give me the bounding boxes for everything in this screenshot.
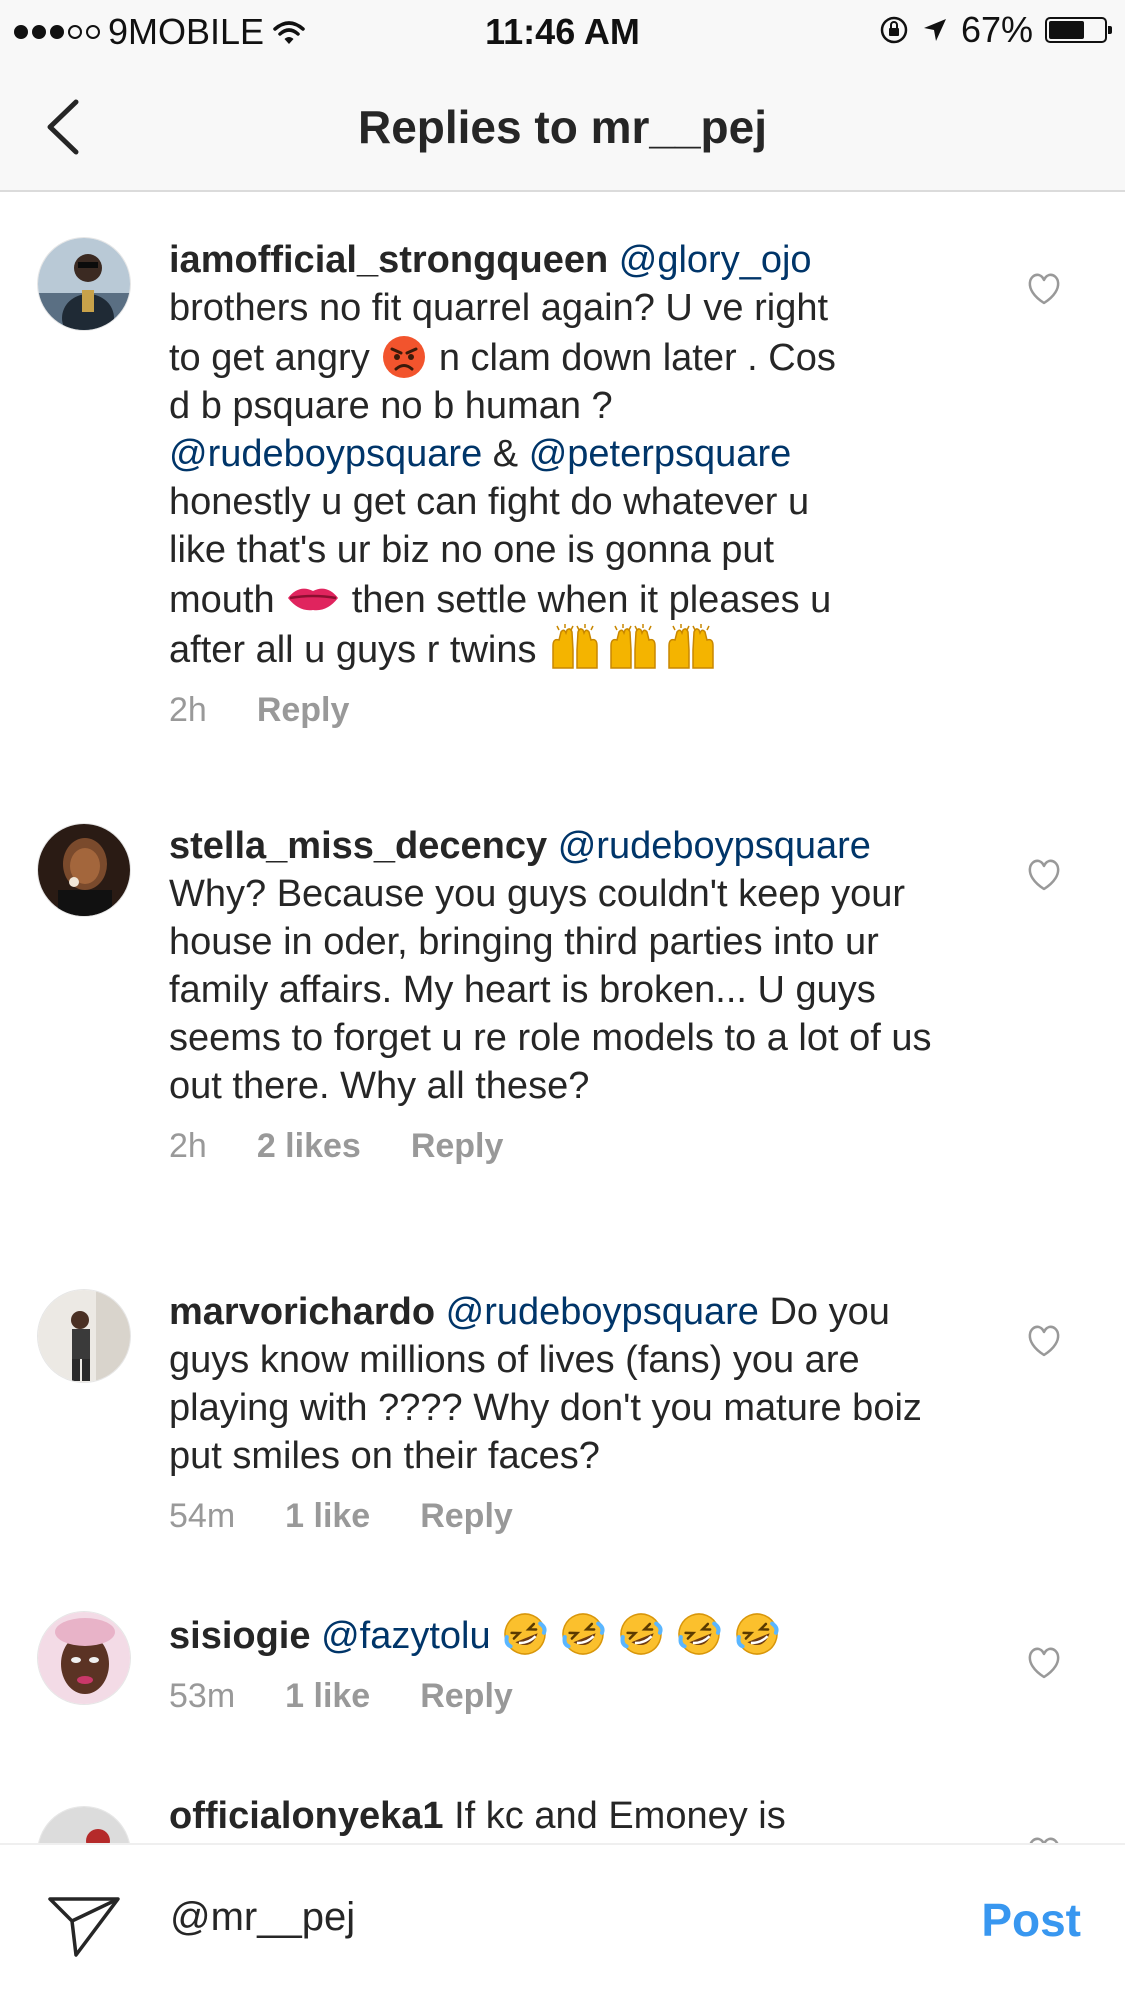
comment-text: stella_miss_decency @rudeboypsquare Why?… xyxy=(169,822,969,1110)
comment-line: d b psquare no b human ? xyxy=(169,385,613,427)
avatar-image xyxy=(38,824,130,916)
comment-text: officialonyeka1 If kc and Emoney is xyxy=(169,1792,969,1840)
comment-text: marvorichardo @rudeboypsquare Do you guy… xyxy=(169,1288,969,1480)
likes-count[interactable]: 2 likes xyxy=(257,1122,361,1170)
comment-line: then settle when it pleases u xyxy=(351,579,832,621)
comment-body: stella_miss_decency @rudeboypsquare Why?… xyxy=(169,822,969,1170)
comment-meta: 2h Reply xyxy=(169,686,969,734)
comment-mention[interactable]: @fazytolu xyxy=(321,1615,491,1657)
send-icon[interactable] xyxy=(46,1893,122,1959)
comment-line: & xyxy=(492,433,519,475)
laughing-emoji-group xyxy=(501,1613,791,1657)
heart-icon[interactable] xyxy=(1026,1646,1062,1680)
comment-mention[interactable]: @rudeboypsquare xyxy=(558,825,871,867)
raised-hands-emoji-icon xyxy=(663,624,721,672)
avatar[interactable] xyxy=(37,237,131,331)
page-title: Replies to mr__pej xyxy=(357,101,768,153)
comment-mention[interactable]: @peterpsquare xyxy=(529,433,792,475)
comment-username[interactable]: stella_miss_decency xyxy=(169,825,547,867)
comment-meta: 53m 1 like Reply xyxy=(169,1672,969,1720)
comment-username[interactable]: iamofficial_strongqueen xyxy=(169,239,608,281)
lips-emoji-icon xyxy=(285,574,341,622)
comment-username[interactable]: officialonyeka1 xyxy=(169,1795,444,1837)
comment-time: 2h xyxy=(169,1127,207,1165)
battery-icon xyxy=(1045,17,1112,43)
raised-hands-emoji-icon xyxy=(547,624,605,672)
rolling-laughing-emoji-icon xyxy=(733,1610,781,1658)
heart-icon[interactable] xyxy=(1026,1324,1062,1358)
comment-text: iamofficial_strongqueen @glory_ojo broth… xyxy=(169,236,969,674)
battery-cap xyxy=(1108,26,1112,34)
heart-icon[interactable] xyxy=(1026,272,1062,306)
status-bar: 9MOBILE 11:46 AM 67% xyxy=(0,0,1125,62)
reply-button[interactable]: Reply xyxy=(411,1122,504,1170)
comment-line: brothers no fit quarrel again? U ve righ… xyxy=(169,287,829,329)
rolling-laughing-emoji-icon xyxy=(501,1610,549,1658)
comment-line: like that's ur biz no one is gonna put xyxy=(169,529,775,571)
battery-level xyxy=(1049,21,1084,39)
likes-count[interactable]: 1 like xyxy=(285,1492,370,1540)
comment-username[interactable]: marvorichardo xyxy=(169,1291,435,1333)
avatar[interactable] xyxy=(37,1611,131,1705)
comment-body: officialonyeka1 If kc and Emoney is xyxy=(169,1792,969,1840)
battery-percent: 67% xyxy=(960,9,1033,50)
rolling-laughing-emoji-icon xyxy=(675,1610,723,1658)
heart-icon[interactable] xyxy=(1026,858,1062,892)
reply-button[interactable]: Reply xyxy=(420,1672,513,1720)
reply-composer: Post xyxy=(0,1843,1125,2001)
orientation-lock-icon xyxy=(880,16,908,44)
comment-line: honestly u get can fight do whatever u xyxy=(169,481,810,523)
raised-hands-emoji-group xyxy=(547,624,721,671)
comment-line: mouth xyxy=(169,579,275,621)
reply-input[interactable] xyxy=(170,1895,870,1940)
comment-time: 2h xyxy=(169,691,207,729)
avatar[interactable] xyxy=(37,1289,131,1383)
location-arrow-icon xyxy=(923,19,946,41)
likes-count[interactable]: 1 like xyxy=(285,1672,370,1720)
avatar-image xyxy=(38,238,130,330)
comment-line: to get angry xyxy=(169,337,370,379)
comment-time: 53m xyxy=(169,1677,236,1715)
reply-button[interactable]: Reply xyxy=(420,1492,513,1540)
rolling-laughing-emoji-icon xyxy=(559,1610,607,1658)
comment-meta: 54m 1 like Reply xyxy=(169,1492,969,1540)
comment-body: iamofficial_strongqueen @glory_ojo broth… xyxy=(169,236,969,734)
reply-button[interactable]: Reply xyxy=(257,686,350,734)
status-right: 67% xyxy=(879,9,1112,51)
comment-body: sisiogie @fazytolu 53m 1 like Reply xyxy=(169,1610,969,1720)
rolling-laughing-emoji-icon xyxy=(617,1610,665,1658)
comment-mention[interactable]: @rudeboypsquare xyxy=(446,1291,759,1333)
comment-line: after all u guys r twins xyxy=(169,629,537,671)
avatar[interactable] xyxy=(37,823,131,917)
comment-content: Why? Because you guys couldn't keep your… xyxy=(169,873,932,1107)
comment-time: 54m xyxy=(169,1497,236,1535)
angry-face-emoji-icon xyxy=(380,332,428,380)
comment-mention[interactable]: @rudeboypsquare xyxy=(169,433,482,475)
comment-line: n clam down later . Cos xyxy=(438,337,836,379)
navigation-bar: Replies to mr__pej xyxy=(0,62,1125,192)
comment-content: If kc and Emoney is xyxy=(454,1795,786,1837)
comment-meta: 2h 2 likes Reply xyxy=(169,1122,969,1170)
comment-username[interactable]: sisiogie xyxy=(169,1615,311,1657)
post-button[interactable]: Post xyxy=(981,1893,1081,1947)
avatar-image xyxy=(38,1612,130,1704)
comment-body: marvorichardo @rudeboypsquare Do you guy… xyxy=(169,1288,969,1540)
comment-mention[interactable]: @glory_ojo xyxy=(619,239,812,281)
avatar-image xyxy=(38,1290,130,1382)
comment-text: sisiogie @fazytolu xyxy=(169,1610,969,1660)
raised-hands-emoji-icon xyxy=(605,624,663,672)
